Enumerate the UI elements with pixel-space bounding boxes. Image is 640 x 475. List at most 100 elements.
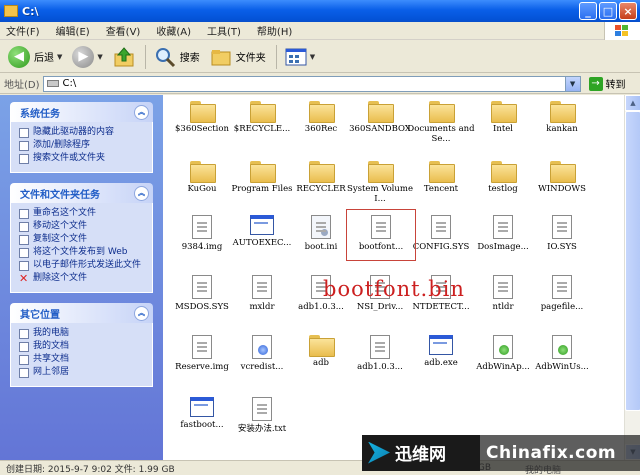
document-icon xyxy=(493,215,513,239)
task-add-remove[interactable]: 添加/删除程序 xyxy=(19,140,148,151)
system-tasks-header[interactable]: 系统任务 ︽ xyxy=(10,102,153,122)
address-input[interactable]: C:\ ▼ xyxy=(42,75,581,92)
chevron-down-icon[interactable]: ▼ xyxy=(310,53,315,61)
go-arrow-icon: → xyxy=(588,76,603,91)
forward-button[interactable]: ▶ ▼ xyxy=(68,44,106,70)
file-name: System Volume I... xyxy=(347,184,413,204)
file-item[interactable]: Tencent xyxy=(406,161,476,194)
file-name: CONFIG.SYS xyxy=(412,242,470,252)
file-name: pagefile... xyxy=(540,302,584,312)
document-icon xyxy=(493,275,513,299)
task-label: 网上邻居 xyxy=(33,367,70,377)
other-places-header[interactable]: 其它位置 ︽ xyxy=(10,303,153,323)
menu-bar: 文件(F) 编辑(E) 查看(V) 收藏(A) 工具(T) 帮助(H) xyxy=(0,22,640,40)
file-item[interactable]: kankan xyxy=(527,101,597,134)
document-icon xyxy=(252,275,272,299)
up-folder-button[interactable] xyxy=(109,44,139,70)
task-publish[interactable]: 将这个文件发布到 Web xyxy=(19,247,148,258)
task-move[interactable]: 移动这个文件 xyxy=(19,221,148,232)
document-icon xyxy=(192,275,212,299)
menu-edit[interactable]: 编辑(E) xyxy=(56,23,90,38)
file-name: WINDOWS xyxy=(538,184,586,194)
address-dropdown[interactable]: ▼ xyxy=(564,76,580,91)
vertical-scrollbar[interactable]: ▲ ▼ xyxy=(624,95,640,460)
collapse-icon[interactable]: ︽ xyxy=(134,305,149,321)
maximize-button[interactable]: □ xyxy=(599,2,617,20)
file-item[interactable]: pagefile... xyxy=(527,275,597,312)
views-button[interactable]: ▼ xyxy=(281,44,319,70)
file-item[interactable]: Documents and Se... xyxy=(406,101,476,144)
file-item[interactable]: System Volume I... xyxy=(345,161,415,204)
task-label: 搜索文件或文件夹 xyxy=(33,153,106,163)
up-folder-icon xyxy=(114,46,134,66)
document-icon xyxy=(370,335,390,359)
place-network[interactable]: 网上邻居 xyxy=(19,367,148,378)
chevron-down-icon[interactable]: ▼ xyxy=(97,53,102,61)
toolbar-separator xyxy=(144,44,146,69)
document-icon xyxy=(192,215,212,239)
computer-icon xyxy=(19,329,29,339)
file-item[interactable]: CONFIG.SYS xyxy=(406,215,476,252)
menu-view[interactable]: 查看(V) xyxy=(106,23,141,38)
file-item[interactable]: AdbWinUs... xyxy=(527,335,597,372)
chevron-down-icon[interactable]: ▼ xyxy=(57,53,62,61)
scroll-up-button[interactable]: ▲ xyxy=(625,95,640,111)
task-delete[interactable]: ✕ 删除这个文件 xyxy=(19,273,148,284)
task-rename[interactable]: 重命名这个文件 xyxy=(19,208,148,219)
search-icon xyxy=(155,47,175,67)
task-label: 添加/删除程序 xyxy=(33,140,91,150)
file-tasks-header[interactable]: 文件和文件夹任务 ︽ xyxy=(10,183,153,203)
file-name: adb.exe xyxy=(424,358,458,368)
menu-favorites[interactable]: 收藏(A) xyxy=(156,23,191,38)
file-name: kankan xyxy=(546,124,578,134)
task-search[interactable]: 搜索文件或文件夹 xyxy=(19,153,148,164)
menu-help[interactable]: 帮助(H) xyxy=(257,23,292,38)
file-name: AdbWinUs... xyxy=(535,362,589,372)
menu-file[interactable]: 文件(F) xyxy=(6,23,40,38)
place-shared-documents[interactable]: 共享文档 xyxy=(19,354,148,365)
folder-icon xyxy=(190,161,216,183)
installer-icon xyxy=(552,335,572,359)
application-icon xyxy=(190,397,214,417)
file-item[interactable]: 360SANDBOX xyxy=(345,101,415,134)
forward-arrow-icon: ▶ xyxy=(72,45,95,68)
folder-icon xyxy=(250,161,276,183)
back-button[interactable]: ◀ 后退 ▼ xyxy=(4,44,66,70)
task-label: 将这个文件发布到 Web xyxy=(33,247,128,257)
folders-button[interactable]: 文件夹 xyxy=(206,44,270,70)
task-label: 删除这个文件 xyxy=(33,273,88,283)
search-label: 搜索 xyxy=(179,53,200,64)
file-item[interactable]: WINDOWS xyxy=(527,161,597,194)
task-hide-drive[interactable]: 隐藏此驱动器的内容 xyxy=(19,127,148,138)
scroll-thumb[interactable] xyxy=(625,111,640,411)
file-item[interactable]: adb.exe xyxy=(406,335,476,368)
collapse-icon[interactable]: ︽ xyxy=(134,185,149,201)
folder-icon xyxy=(309,161,335,183)
file-name: 360SANDBOX xyxy=(349,124,411,134)
hide-icon xyxy=(19,128,29,138)
menu-tools[interactable]: 工具(T) xyxy=(207,23,241,38)
toolbar-separator xyxy=(275,44,277,69)
folder-icon xyxy=(368,101,394,123)
task-label: 移动这个文件 xyxy=(33,221,88,231)
file-tasks-panel: 文件和文件夹任务 ︽ 重命名这个文件 移动这个文件 复制这个文件 将这个文件发布… xyxy=(10,183,153,293)
task-copy[interactable]: 复制这个文件 xyxy=(19,234,148,245)
task-email[interactable]: 以电子邮件形式发送此文件 xyxy=(19,260,148,271)
task-label: 我的文档 xyxy=(33,341,70,351)
go-button[interactable]: → 转到 xyxy=(588,76,626,91)
publish-web-icon xyxy=(19,248,29,258)
selection-highlight xyxy=(346,209,416,261)
task-label: 我的电脑 xyxy=(33,328,70,338)
file-item[interactable]: 安装办法.txt xyxy=(227,397,297,434)
file-item[interactable]: IO.SYS xyxy=(527,215,597,252)
place-my-computer[interactable]: 我的电脑 xyxy=(19,328,148,339)
collapse-icon[interactable]: ︽ xyxy=(134,104,149,120)
file-name: adb1.0.3... xyxy=(357,362,403,372)
minimize-button[interactable]: _ xyxy=(579,2,597,20)
file-item[interactable]: adb1.0.3... xyxy=(345,335,415,372)
folder-icon xyxy=(491,101,517,123)
search-button[interactable]: 搜索 xyxy=(150,44,204,70)
task-label: 复制这个文件 xyxy=(33,234,88,244)
close-button[interactable]: × xyxy=(619,2,637,20)
place-my-documents[interactable]: 我的文档 xyxy=(19,341,148,352)
